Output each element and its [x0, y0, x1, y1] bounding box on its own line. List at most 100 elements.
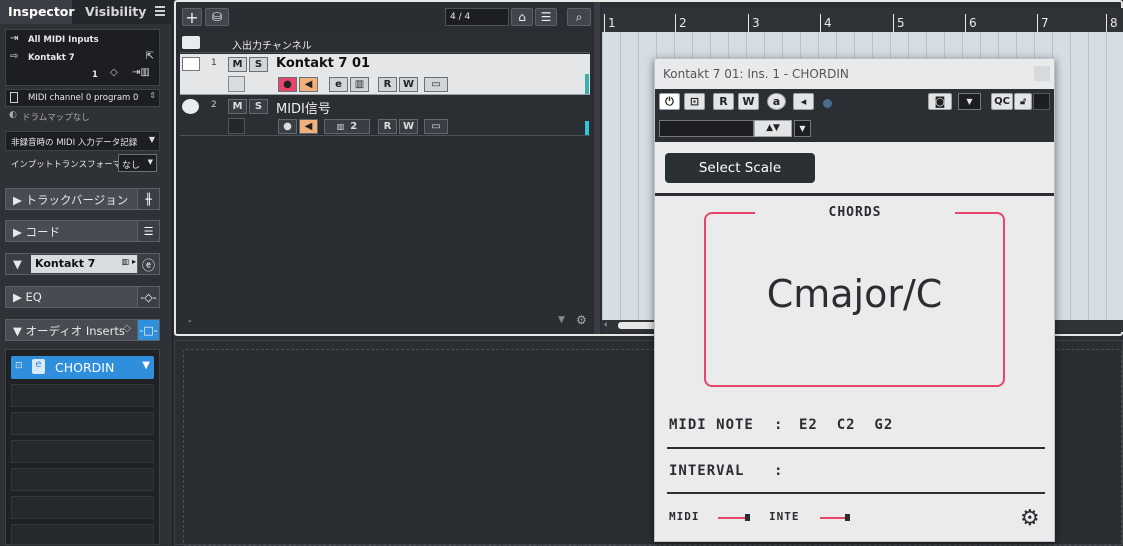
inte-slider-handle[interactable]	[845, 514, 850, 521]
mute-button[interactable]: M	[228, 57, 247, 72]
section-audio-inserts[interactable]: ▼ オーディオ Inserts ◇ -□-	[5, 319, 160, 341]
tab-visibility[interactable]: Visibility	[77, 0, 154, 24]
plugin-toolbar: ⏻ ⊡ R W a ◂ ◙ ▼ QC 🔓︎ ▲▼ ▼	[655, 89, 1054, 142]
select-scale-button[interactable]: Select Scale	[665, 153, 815, 183]
input-routing[interactable]: All MIDI Inputs	[28, 35, 99, 45]
close-icon[interactable]	[1034, 66, 1050, 81]
input-transformer-select[interactable]: なし ▼	[118, 154, 157, 172]
insert-slot-2[interactable]	[11, 384, 154, 407]
insert-slot-3[interactable]	[11, 412, 154, 435]
list-icon[interactable]: ☰	[535, 8, 557, 26]
insert-slot-6[interactable]	[11, 496, 154, 519]
keyboard-icon[interactable]: ⇥▥	[132, 67, 150, 78]
track-2-header[interactable]: 2 M S MIDI信号 ● ◀ ▥ 2 R W ▭	[180, 96, 590, 136]
read-button[interactable]: R	[713, 93, 734, 110]
keyboard-icon[interactable]: ▥	[350, 77, 369, 92]
preset-nav-icon[interactable]: ▲▼	[754, 120, 792, 137]
search-icon[interactable]: ⌕	[567, 8, 591, 26]
monitor-button[interactable]: ◀	[299, 119, 318, 134]
chevron-down-icon[interactable]: ▼	[794, 120, 811, 137]
record-enable-button[interactable]: ●	[278, 119, 297, 134]
section-track-versions[interactable]: ▶ トラックバージョン ╫	[5, 188, 160, 210]
mute-button[interactable]: M	[228, 99, 247, 114]
inte-label: INTE	[769, 510, 800, 523]
routing-box: ⇥ All MIDI Inputs ⇨ Kontakt 7 ⇱ 1 ◇ ⇥▥	[5, 29, 160, 86]
bypass-icon[interactable]: ⊡	[684, 93, 705, 110]
edit-instrument-icon[interactable]: ⇱	[146, 51, 154, 62]
bypass-icon[interactable]: ◇	[123, 323, 131, 334]
record-mode-select[interactable]: 非録音時の MIDI 入力データ記録 ▼	[5, 131, 160, 151]
insert-plugin-name: CHORDIN	[55, 360, 115, 375]
record-enable-button[interactable]: ●	[278, 77, 297, 92]
midi-slider-handle[interactable]	[745, 514, 750, 521]
menu-icon[interactable]	[155, 6, 165, 16]
tab-inspector[interactable]: Inspector	[0, 0, 75, 24]
program-selector[interactable]: MIDI channel 0 program 0 ⇕	[5, 89, 160, 107]
camera-icon[interactable]: ◙	[928, 93, 952, 110]
section-instrument[interactable]: ▼ Kontakt 7 ▥ ▸ ⓔ	[5, 253, 160, 275]
spinner-icon[interactable]: ⇕	[149, 91, 156, 100]
plugin-title[interactable]: Kontakt 7 01: Ins. 1 - CHORDIN	[655, 59, 1054, 89]
ruler-bar: 8	[1106, 14, 1118, 32]
program-icon	[10, 92, 18, 103]
lanes-icon[interactable]: ▭	[424, 77, 448, 92]
a-icon[interactable]: a	[767, 93, 786, 110]
monitor-button[interactable]: ◀	[299, 77, 318, 92]
track-name[interactable]: MIDI信号	[276, 98, 331, 117]
chevron-down-icon[interactable]: ▼	[142, 360, 150, 371]
inte-slider[interactable]	[820, 517, 848, 519]
home-icon[interactable]: ⌂	[511, 8, 533, 26]
add-folder-icon[interactable]: ⛁	[205, 8, 229, 26]
insert-slot-5[interactable]	[11, 468, 154, 491]
edit-e-icon[interactable]: ⓔ	[137, 254, 159, 274]
power-icon[interactable]: ⏻	[659, 93, 680, 110]
solo-button[interactable]: S	[249, 57, 268, 72]
edit-e-button[interactable]: e	[329, 77, 348, 92]
gear-icon[interactable]: ⚙	[1020, 508, 1040, 530]
chevron-down-icon[interactable]: ▼	[558, 315, 565, 325]
insert-slot-1[interactable]: ⊡ e CHORDIN ▼	[11, 356, 154, 379]
status-led-icon	[823, 99, 832, 108]
insert-slot-7[interactable]	[11, 524, 154, 545]
lanes-icon[interactable]: ▭	[424, 119, 448, 134]
extra-button[interactable]	[1033, 93, 1050, 110]
splitter-handle[interactable]	[594, 2, 600, 334]
lock-icon[interactable]: 🔓︎	[1014, 93, 1032, 110]
chevron-down-icon[interactable]: ▼	[958, 93, 981, 110]
power-icon[interactable]: ⊡	[15, 361, 23, 371]
add-track-button[interactable]: +	[182, 8, 202, 27]
timeline-ruler[interactable]: 1 2 3 4 5 6 7 8	[602, 8, 1123, 32]
output-routing[interactable]: Kontakt 7	[28, 53, 75, 63]
write-button[interactable]: W	[399, 77, 418, 92]
track-name[interactable]: Kontakt 7 01	[276, 56, 370, 71]
scroll-thumb[interactable]	[618, 322, 658, 329]
write-button[interactable]: W	[738, 93, 759, 110]
write-button[interactable]: W	[399, 119, 418, 134]
io-channel-row[interactable]: 入出力チャンネル	[180, 33, 590, 53]
midi-slider[interactable]	[718, 517, 746, 519]
section-chord[interactable]: ▶ コード ☰	[5, 220, 160, 242]
midi-channel[interactable]: 1	[92, 70, 98, 80]
arrow-left-icon[interactable]: ◂	[793, 93, 814, 110]
insert-slot-4[interactable]	[11, 440, 154, 463]
drum-map[interactable]: ドラムマップなし	[22, 111, 90, 123]
track-color[interactable]	[228, 118, 245, 134]
edit-plugin-icon[interactable]: e	[32, 359, 45, 374]
read-button[interactable]: R	[378, 119, 397, 134]
gear-icon[interactable]: ⚙	[576, 313, 587, 327]
midi-channel-field[interactable]: ▥ 2	[324, 119, 370, 134]
inspector-tabs: Inspector Visibility	[0, 0, 173, 24]
section-eq[interactable]: ▶ EQ -◇-	[5, 286, 160, 308]
track-color[interactable]	[228, 76, 245, 92]
read-button[interactable]: R	[378, 77, 397, 92]
solo-button[interactable]: S	[249, 99, 268, 114]
chevron-left-icon[interactable]: ‹	[604, 320, 608, 330]
ruler-bar: 7	[1037, 14, 1049, 32]
track-1-header[interactable]: 1 M S Kontakt 7 01 ● ◀ e ▥ R W ▭	[180, 54, 590, 95]
chord-icon: ☰	[137, 221, 159, 241]
qc-button[interactable]: QC	[991, 93, 1013, 110]
instrument-name[interactable]: Kontakt 7 ▥ ▸	[31, 255, 139, 273]
inserts-icon[interactable]: -□-	[137, 320, 159, 340]
preset-field[interactable]	[659, 120, 754, 137]
divider	[667, 447, 1045, 449]
